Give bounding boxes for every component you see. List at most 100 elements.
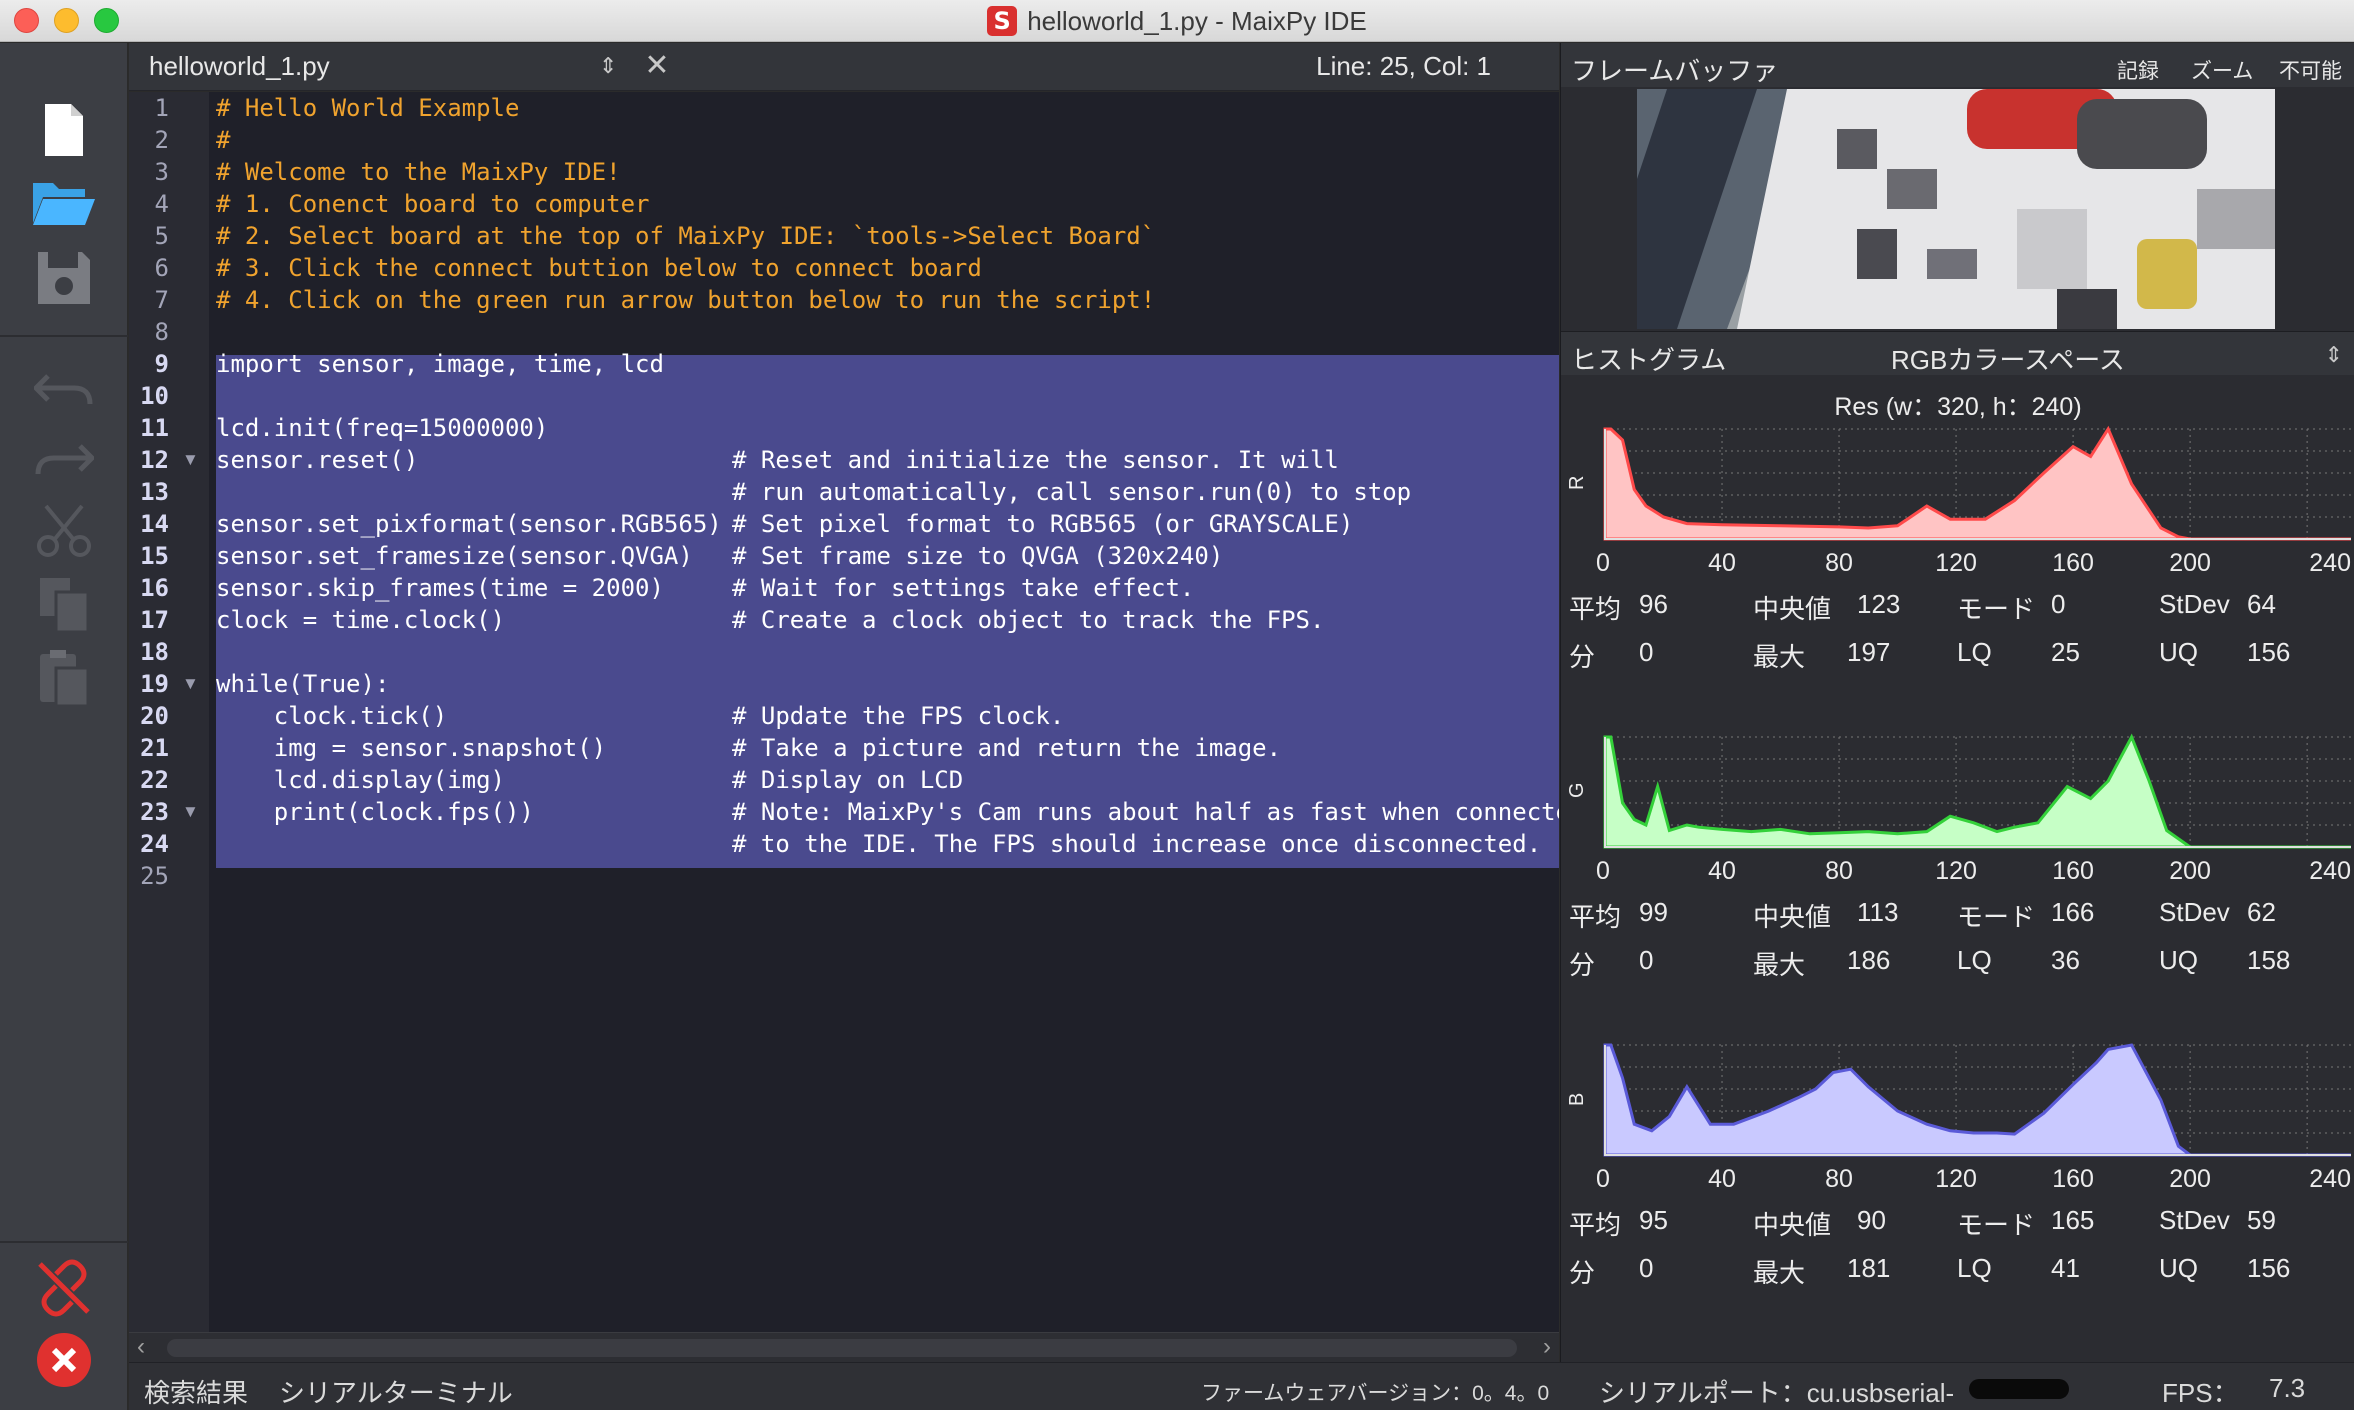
scroll-right-icon[interactable]: › (1543, 1333, 1551, 1361)
file-name-tab[interactable]: helloworld_1.py (149, 51, 330, 82)
min-value: 0 (1639, 945, 1654, 975)
line-number: 10 (140, 382, 169, 410)
paste-icon[interactable] (22, 643, 106, 713)
x-tick-label: 240 (2309, 857, 2351, 885)
line-number-gutter: 1 2 3 4 5 6 7 8 9 10 11 12 ▼ 13 14 15 16 17 18 19 ▼ 20 21 22 23 ▼… (129, 92, 209, 1332)
redo-icon[interactable] (22, 425, 106, 495)
mean-value: 95 (1639, 1205, 1668, 1235)
inline-comment: # Set frame size to QVGA (320x240) (732, 542, 1224, 570)
histogram-title: ヒストグラム (1571, 345, 1727, 375)
fold-toggle-icon[interactable]: ▼ (182, 444, 199, 476)
window-title-group: S helloworld_1.py - MaixPy IDE (0, 0, 2354, 42)
firmware-version: ファームウェアバージョン：0。4。0 (1201, 1382, 1550, 1405)
histogram-area-r (1603, 425, 2351, 541)
right-panel: フレームバッファ 記録 ズーム 不可能 ヒストグラム RGBカラースペース ⇕ … (1560, 43, 2354, 1362)
max-label: 最大 (1753, 642, 1806, 672)
inline-comment: # Update the FPS clock. (732, 702, 1065, 730)
stats-row: 分 0 最大 197 LQ 25 UQ 156 (1561, 637, 2354, 672)
mode-value: 0 (2051, 589, 2066, 619)
open-folder-icon[interactable] (22, 167, 106, 237)
undo-icon[interactable] (22, 355, 106, 425)
redacted-port-name (1969, 1379, 2069, 1399)
inline-comment: # Display on LCD (732, 766, 964, 794)
serial-terminal-tab[interactable]: シリアルターミナル (279, 1373, 513, 1410)
horizontal-scrollbar[interactable]: ‹ › (129, 1332, 1559, 1362)
stats-row: 平均 95 中央値 90 モード 165 StDev 59 (1561, 1205, 2354, 1240)
mode-label: モード (1957, 1210, 2036, 1240)
lq-value: 25 (2051, 637, 2080, 667)
editor-header: helloworld_1.py ⇕ ✕ Line: 25, Col: 1 (129, 43, 1559, 91)
stdev-label: StDev (2159, 1205, 2230, 1235)
min-value: 0 (1639, 1253, 1654, 1283)
line-number: 22 (140, 766, 169, 794)
file-selector-arrows-icon[interactable]: ⇕ (599, 53, 617, 79)
color-space-arrows-icon[interactable]: ⇕ (2325, 342, 2343, 368)
stats-row: 分 0 最大 186 LQ 36 UQ 158 (1561, 945, 2354, 980)
median-value: 123 (1857, 589, 1901, 619)
min-value: 0 (1639, 637, 1654, 667)
new-file-icon[interactable] (22, 95, 106, 165)
save-icon[interactable] (22, 243, 106, 313)
inline-comment: # Note: MaixPy's Cam runs about half as … (732, 798, 1559, 826)
serial-port[interactable]: シリアルポート：cu.usbserial- (1599, 1373, 1954, 1410)
title-bar: S helloworld_1.py - MaixPy IDE (0, 0, 2354, 42)
fps-label: FPS： (2162, 1378, 2239, 1408)
line-number: 24 (140, 830, 169, 858)
record-button[interactable]: 記録 (2117, 55, 2159, 85)
scroll-thumb[interactable] (167, 1339, 1517, 1357)
inline-comment: # to the IDE. The FPS should increase on… (732, 830, 1542, 858)
uq-value: 158 (2247, 945, 2291, 975)
histogram-plot: 0 40 80 120 160 200 240 B (1566, 1043, 2351, 1193)
x-tick-label: 0 (1596, 857, 1610, 885)
status-bar: 検索結果 シリアルターミナル ファームウェアバージョン：0。4。0 シリアルポー… (129, 1362, 2354, 1410)
code-line: lcd.init(freq=15000000) (216, 414, 549, 442)
fold-toggle-icon[interactable]: ▼ (182, 796, 199, 828)
lq-value: 41 (2051, 1253, 2080, 1283)
line-number: 1 (154, 94, 169, 122)
channel-label: R (1566, 476, 1588, 490)
lq-label: LQ (1957, 945, 1992, 975)
line-number: 8 (154, 318, 169, 346)
code-line: # Hello World Example (216, 94, 520, 122)
x-tick-label: 40 (1708, 549, 1736, 577)
stdev-label: StDev (2159, 589, 2230, 619)
cursor-position: Line: 25, Col: 1 (1316, 51, 1491, 81)
x-tick-label: 200 (2169, 549, 2211, 577)
x-tick-label: 240 (2309, 1165, 2351, 1193)
close-file-icon[interactable]: ✕ (639, 48, 675, 84)
search-results-tab[interactable]: 検索結果 (144, 1373, 248, 1410)
x-tick-label: 80 (1825, 857, 1853, 885)
line-number: 14 (140, 510, 169, 538)
code-line: # (216, 126, 231, 154)
mode-label: モード (1957, 902, 2036, 932)
median-label: 中央値 (1753, 902, 1832, 932)
cut-icon[interactable] (22, 495, 106, 565)
line-number: 2 (154, 126, 169, 154)
mean-label: 平均 (1569, 1210, 1622, 1240)
uq-value: 156 (2247, 1253, 2291, 1283)
x-tick-label: 160 (2052, 1165, 2094, 1193)
mode-value: 166 (2051, 897, 2095, 927)
toolbar-divider-bottom (0, 1241, 128, 1243)
stop-icon[interactable] (22, 1325, 106, 1395)
x-tick-label: 80 (1825, 1165, 1853, 1193)
lq-value: 36 (2051, 945, 2080, 975)
disable-button[interactable]: 不可能 (2279, 55, 2342, 85)
color-space-select[interactable]: RGBカラースペース (1891, 340, 2125, 377)
line-number: 9 (154, 350, 169, 378)
window-title: helloworld_1.py - MaixPy IDE (1027, 5, 1367, 36)
x-tick-label: 120 (1935, 549, 1977, 577)
median-label: 中央値 (1753, 1210, 1832, 1240)
inline-comment: # run automatically, call sensor.run(0) … (732, 478, 1412, 506)
code-editor[interactable]: # Hello World Example # # Welcome to the M… (209, 92, 1559, 1332)
scroll-left-icon[interactable]: ‹ (137, 1333, 145, 1361)
line-number: 15 (140, 542, 169, 570)
zoom-button[interactable]: ズーム (2191, 55, 2253, 85)
fold-toggle-icon[interactable]: ▼ (182, 668, 199, 700)
copy-icon[interactable] (22, 569, 106, 639)
histogram-resolution: Res (w：320, h：240) (1834, 393, 2082, 421)
ide-window: S helloworld_1.py - MaixPy IDE helloworl… (0, 0, 2354, 1410)
x-tick-label: 200 (2169, 857, 2211, 885)
min-label: 分 (1569, 950, 1596, 980)
disconnect-icon[interactable] (22, 1253, 106, 1323)
